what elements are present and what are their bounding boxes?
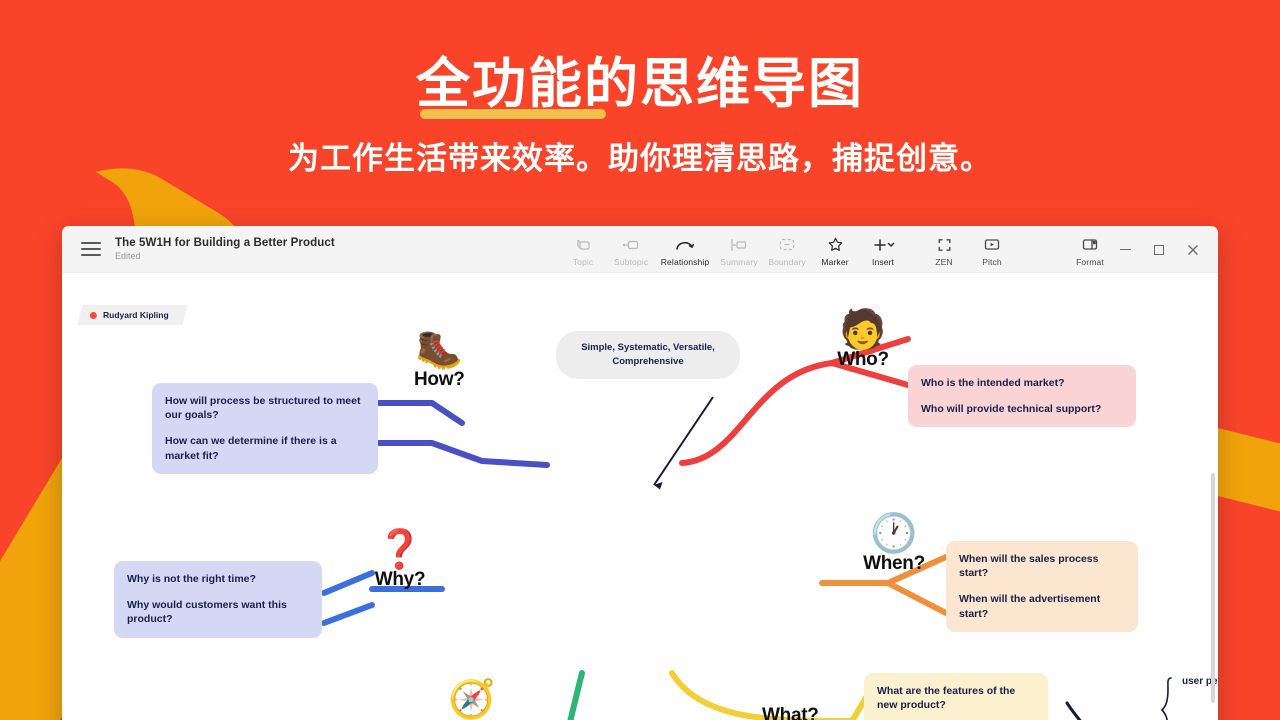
branch-when-item-1: When will the sales process start? (959, 553, 1099, 580)
toolbar-button-subtopic[interactable]: Subtopic (607, 231, 655, 267)
toolbar-label-summary: Summary (720, 257, 758, 267)
toolbar-label-boundary: Boundary (768, 257, 806, 267)
branch-title-why: Why? (374, 569, 426, 590)
minimize-icon[interactable] (1108, 235, 1142, 265)
boundary-icon (763, 236, 811, 253)
branch-what-item-1: What are the features of the new product… (877, 685, 1016, 712)
branch-why-bubble[interactable]: Why is not the right time? Why would cus… (114, 561, 322, 638)
summary-callout[interactable]: Simple, Systematic, Versatile, Comprehen… (556, 331, 740, 379)
branch-who-item-1: Who is the intended market? (921, 377, 1065, 389)
branch-who-bubble[interactable]: Who is the intended market? Who will pro… (908, 365, 1136, 428)
hero-subtitle: 为工作生活带来效率。助你理清思路，捕捉创意。 (288, 140, 992, 176)
toolbar-label-relationship: Relationship (660, 257, 710, 267)
relationship-icon (655, 236, 715, 253)
hero-title-underline (420, 108, 606, 119)
app-window: The 5W1H for Building a Better Product E… (62, 226, 1218, 720)
toolbar-label-zen: ZEN (935, 257, 953, 267)
close-icon[interactable] (1176, 235, 1210, 265)
toolbar-label-format: Format (1076, 257, 1104, 267)
branch-what-compass[interactable]: 🧭 (448, 681, 495, 719)
toolbar-button-summary[interactable]: Summary (715, 231, 763, 267)
toolbar-button-relationship[interactable]: Relationship (655, 231, 715, 267)
window-titlebar: The 5W1H for Building a Better Product E… (62, 226, 1218, 273)
clock-icon: 🕐 (870, 513, 918, 555)
document-status: Edited (115, 251, 141, 261)
branch-why-item-2: Why would customers want this product? (127, 599, 287, 626)
branch-how-item-1: How will process be structured to meet o… (165, 395, 361, 422)
red-dot-icon (90, 311, 97, 319)
hiker-icon: 🥾 (415, 329, 463, 371)
hero-title-text: 全功能的思维导图 (416, 54, 864, 114)
branch-title-what: What? (762, 705, 819, 720)
toolbar-label-subtopic: Subtopic (613, 257, 649, 267)
question-mark-icon: ❓ (376, 529, 424, 571)
branch-when-items: When will the sales process start? When … (946, 541, 1138, 632)
plus-chevron-icon (859, 236, 907, 253)
toolbar-center: Topic Subtopic Relationship Summary Boun… (559, 231, 907, 267)
pitch-icon (968, 236, 1016, 253)
branch-who-item-2: Who will provide technical support? (921, 403, 1102, 416)
author-name: Rudyard Kipling (103, 310, 169, 320)
compass-icon: 🧭 (448, 679, 496, 720)
branch-why-items: Why is not the right time? Why would cus… (114, 561, 322, 638)
toolbar-button-pitch[interactable]: Pitch (968, 231, 1016, 267)
branch-why-item-1: Why is not the right time? (127, 573, 256, 585)
toolbar-label-insert: Insert (871, 257, 895, 267)
branch-when-item-2: When will the advertisement start? (959, 593, 1101, 620)
hero-section: 全功能的思维导图 为工作生活带来效率。助你理清思路，捕捉创意。 (0, 56, 1280, 178)
toolbar-label-marker: Marker (821, 257, 849, 267)
toolbar-button-marker[interactable]: Marker (811, 231, 859, 267)
branch-how-items: How will process be structured to meet o… (152, 383, 378, 474)
toolbar-button-topic[interactable]: Topic (559, 231, 607, 267)
branch-when-bubble[interactable]: When will the sales process start? When … (946, 541, 1138, 632)
hero-title: 全功能的思维导图 (416, 54, 864, 119)
canvas-scrollbar[interactable] (1211, 473, 1215, 703)
branch-how-bubble[interactable]: How will process be structured to meet o… (152, 383, 378, 474)
author-label-strip: Rudyard Kipling (77, 305, 188, 325)
branch-how-item-2: How can we determine if there is a marke… (165, 435, 337, 462)
branch-who-items: Who is the intended market? Who will pro… (908, 365, 1136, 428)
author-marker[interactable]: Rudyard Kipling (77, 305, 188, 325)
star-icon (811, 236, 859, 253)
format-icon (1066, 236, 1114, 253)
summary-callout-text: Simple, Systematic, Versatile, Comprehen… (556, 331, 740, 379)
branch-title-when: When? (863, 553, 925, 574)
branch-how[interactable]: 🥾 How? (414, 331, 465, 391)
branch-title-how: How? (414, 369, 465, 390)
toolbar-right: ZEN Pitch Format (920, 231, 1114, 267)
subtopic-icon (607, 236, 655, 253)
toolbar-button-insert[interactable]: Insert (859, 231, 907, 267)
branch-what-bubble[interactable]: What are the features of the new product… (864, 673, 1048, 720)
toolbar-button-boundary[interactable]: Boundary (763, 231, 811, 267)
toolbar-label-pitch: Pitch (982, 257, 1002, 267)
toolbar-button-format[interactable]: Format (1066, 231, 1114, 267)
branch-who[interactable]: 🧑 Who? (818, 311, 908, 371)
boundary-brace-icon (1160, 677, 1172, 720)
summary-icon (715, 236, 763, 253)
branch-what[interactable]: What? (762, 705, 840, 720)
window-controls (1108, 226, 1210, 273)
toolbar-label-topic: Topic (572, 257, 594, 267)
branch-what-items: What are the features of the new product… (864, 673, 1048, 720)
zen-icon (920, 236, 968, 253)
person-icon: 🧑 (839, 309, 887, 351)
maximize-icon[interactable] (1142, 235, 1176, 265)
branch-when[interactable]: 🕐 When? (848, 515, 940, 575)
branch-why[interactable]: ❓ Why? (362, 531, 438, 591)
document-title: The 5W1H for Building a Better Product (115, 237, 335, 249)
hamburger-icon[interactable] (81, 238, 101, 260)
topic-icon (559, 236, 607, 253)
mindmap-canvas[interactable]: Rudyard Kipling Simple, Systematic, Vers… (62, 273, 1218, 720)
document-meta: The 5W1H for Building a Better Product E… (115, 237, 335, 261)
toolbar-button-zen[interactable]: ZEN (920, 231, 968, 267)
branch-title-who: Who? (837, 349, 889, 370)
